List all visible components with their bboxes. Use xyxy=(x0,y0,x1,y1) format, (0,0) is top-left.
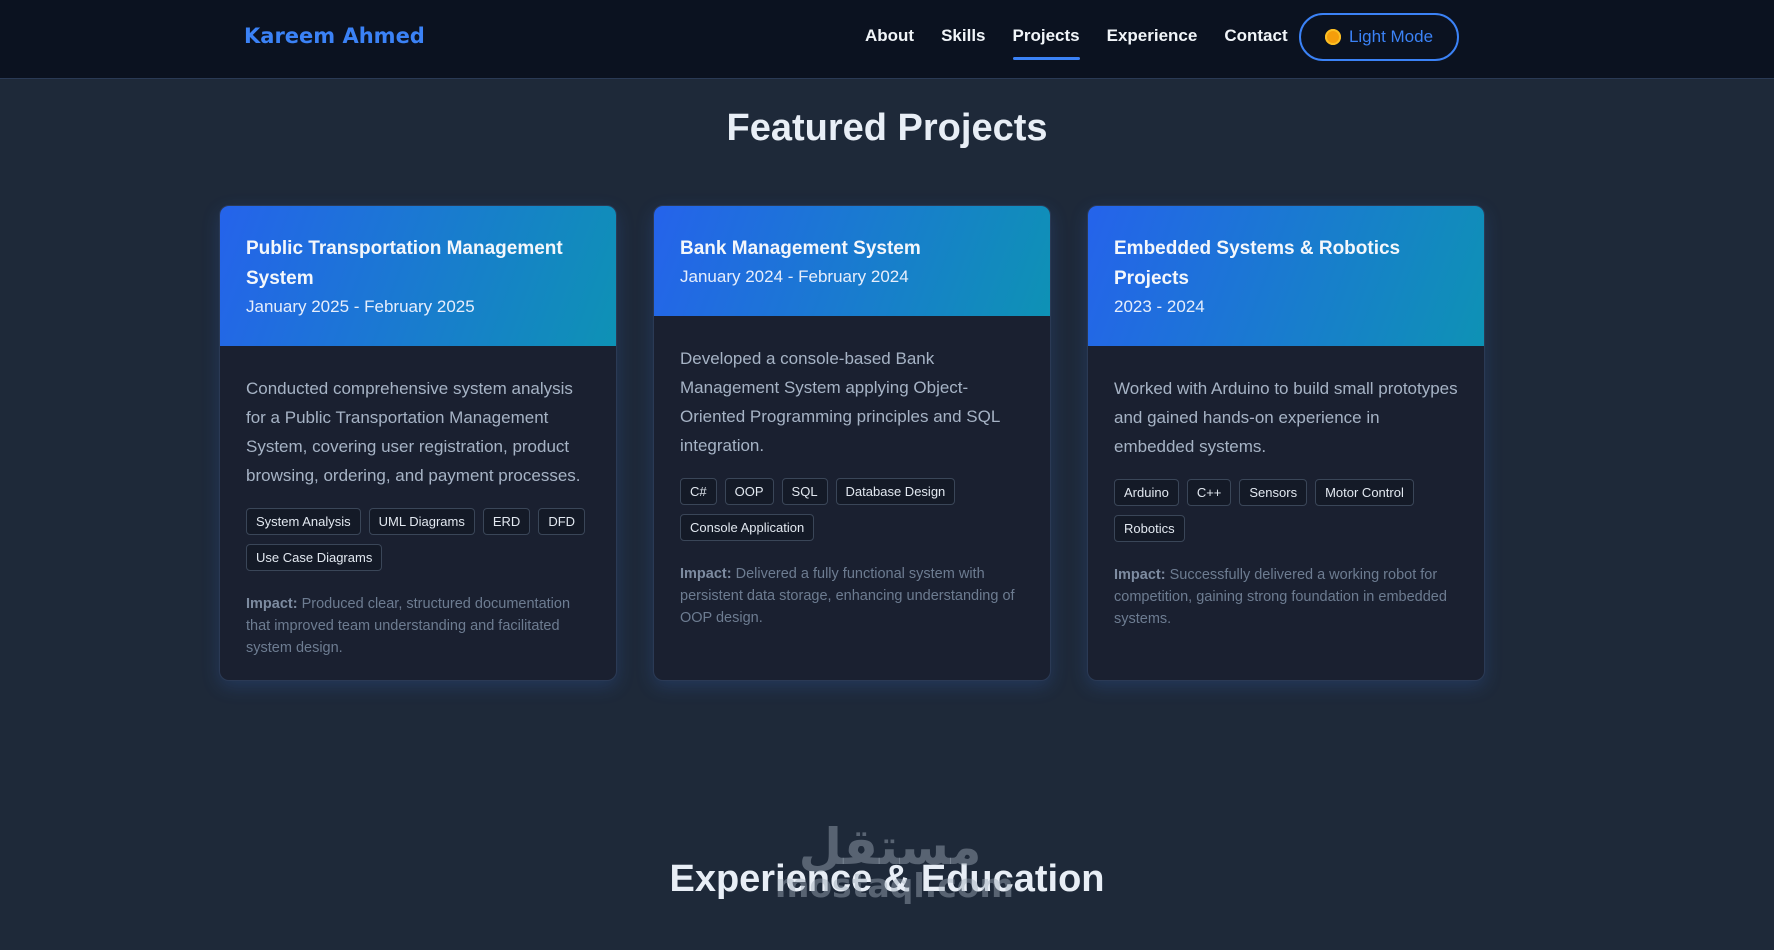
project-date: 2023 - 2024 xyxy=(1114,297,1205,316)
tech-tag: OOP xyxy=(724,478,774,505)
navbar: Kareem Ahmed About Skills Projects Exper… xyxy=(0,0,1774,79)
nav-link-experience[interactable]: Experience xyxy=(1107,26,1198,56)
project-impact: Impact: Produced clear, structured docum… xyxy=(246,593,590,659)
tech-tag: System Analysis xyxy=(246,508,361,535)
project-card-header: Bank Management System January 2024 - Fe… xyxy=(654,206,1050,316)
theme-toggle-label: Light Mode xyxy=(1348,27,1434,46)
tech-tag: C++ xyxy=(1186,479,1232,506)
nav-link-about[interactable]: About xyxy=(865,26,914,56)
project-card: Bank Management System January 2024 - Fe… xyxy=(653,205,1051,681)
project-card-body: Conducted comprehensive system analysis … xyxy=(220,346,616,659)
theme-toggle-button[interactable]: Light Mode xyxy=(1299,13,1459,61)
tech-tag: Motor Control xyxy=(1315,479,1414,506)
project-tags: System Analysis UML Diagrams ERD DFD Use… xyxy=(246,508,590,571)
project-card-body: Worked with Arduino to build small proto… xyxy=(1088,346,1484,630)
project-date: January 2025 - February 2025 xyxy=(246,297,475,316)
project-title: Bank Management System xyxy=(680,238,921,259)
project-description: Worked with Arduino to build small proto… xyxy=(1114,379,1458,456)
tech-tag: SQL xyxy=(781,478,828,505)
tech-tag: ERD xyxy=(482,508,531,535)
project-description: Conducted comprehensive system analysis … xyxy=(246,379,581,485)
nav-links: About Skills Projects Experience Contact xyxy=(865,26,1288,60)
impact-label: Impact: xyxy=(1114,567,1166,583)
project-card-header: Public Transportation Management System … xyxy=(220,206,616,346)
tech-tag: Robotics xyxy=(1114,515,1185,542)
tech-tag: Sensors xyxy=(1239,479,1308,506)
impact-label: Impact: xyxy=(246,596,298,612)
tech-tag: Console Application xyxy=(680,514,815,541)
tech-tag: Database Design xyxy=(835,478,956,505)
projects-section-title: Featured Projects xyxy=(726,107,1048,149)
project-description: Developed a console-based Bank Managemen… xyxy=(680,349,1000,455)
project-title: Embedded Systems & Robotics Projects xyxy=(1114,238,1401,289)
project-tags: Arduino C++ Sensors Motor Control Roboti… xyxy=(1114,479,1458,542)
brand-logo[interactable]: Kareem Ahmed xyxy=(244,24,425,48)
project-card: Public Transportation Management System … xyxy=(219,205,617,681)
project-impact: Impact: Successfully delivered a working… xyxy=(1114,564,1458,630)
project-card-body: Developed a console-based Bank Managemen… xyxy=(654,316,1050,629)
project-date: January 2024 - February 2024 xyxy=(680,267,909,286)
sun-icon xyxy=(1324,29,1341,45)
nav-link-projects[interactable]: Projects xyxy=(1012,26,1080,60)
project-title: Public Transportation Management System xyxy=(246,238,563,289)
nav-link-contact[interactable]: Contact xyxy=(1224,26,1287,56)
project-impact: Impact: Delivered a fully functional sys… xyxy=(680,563,1024,629)
tech-tag: UML Diagrams xyxy=(368,508,475,535)
tech-tag: C# xyxy=(680,478,717,505)
tech-tag: DFD xyxy=(538,508,586,535)
tech-tag: Arduino xyxy=(1114,479,1179,506)
project-tags: C# OOP SQL Database Design Console Appli… xyxy=(680,478,1024,541)
impact-label: Impact: xyxy=(680,566,732,582)
project-card: Embedded Systems & Robotics Projects 202… xyxy=(1087,205,1485,681)
experience-section-title: Experience & Education xyxy=(669,858,1105,900)
nav-link-skills[interactable]: Skills xyxy=(941,26,985,56)
tech-tag: Use Case Diagrams xyxy=(246,544,383,571)
project-card-header: Embedded Systems & Robotics Projects 202… xyxy=(1088,206,1484,346)
